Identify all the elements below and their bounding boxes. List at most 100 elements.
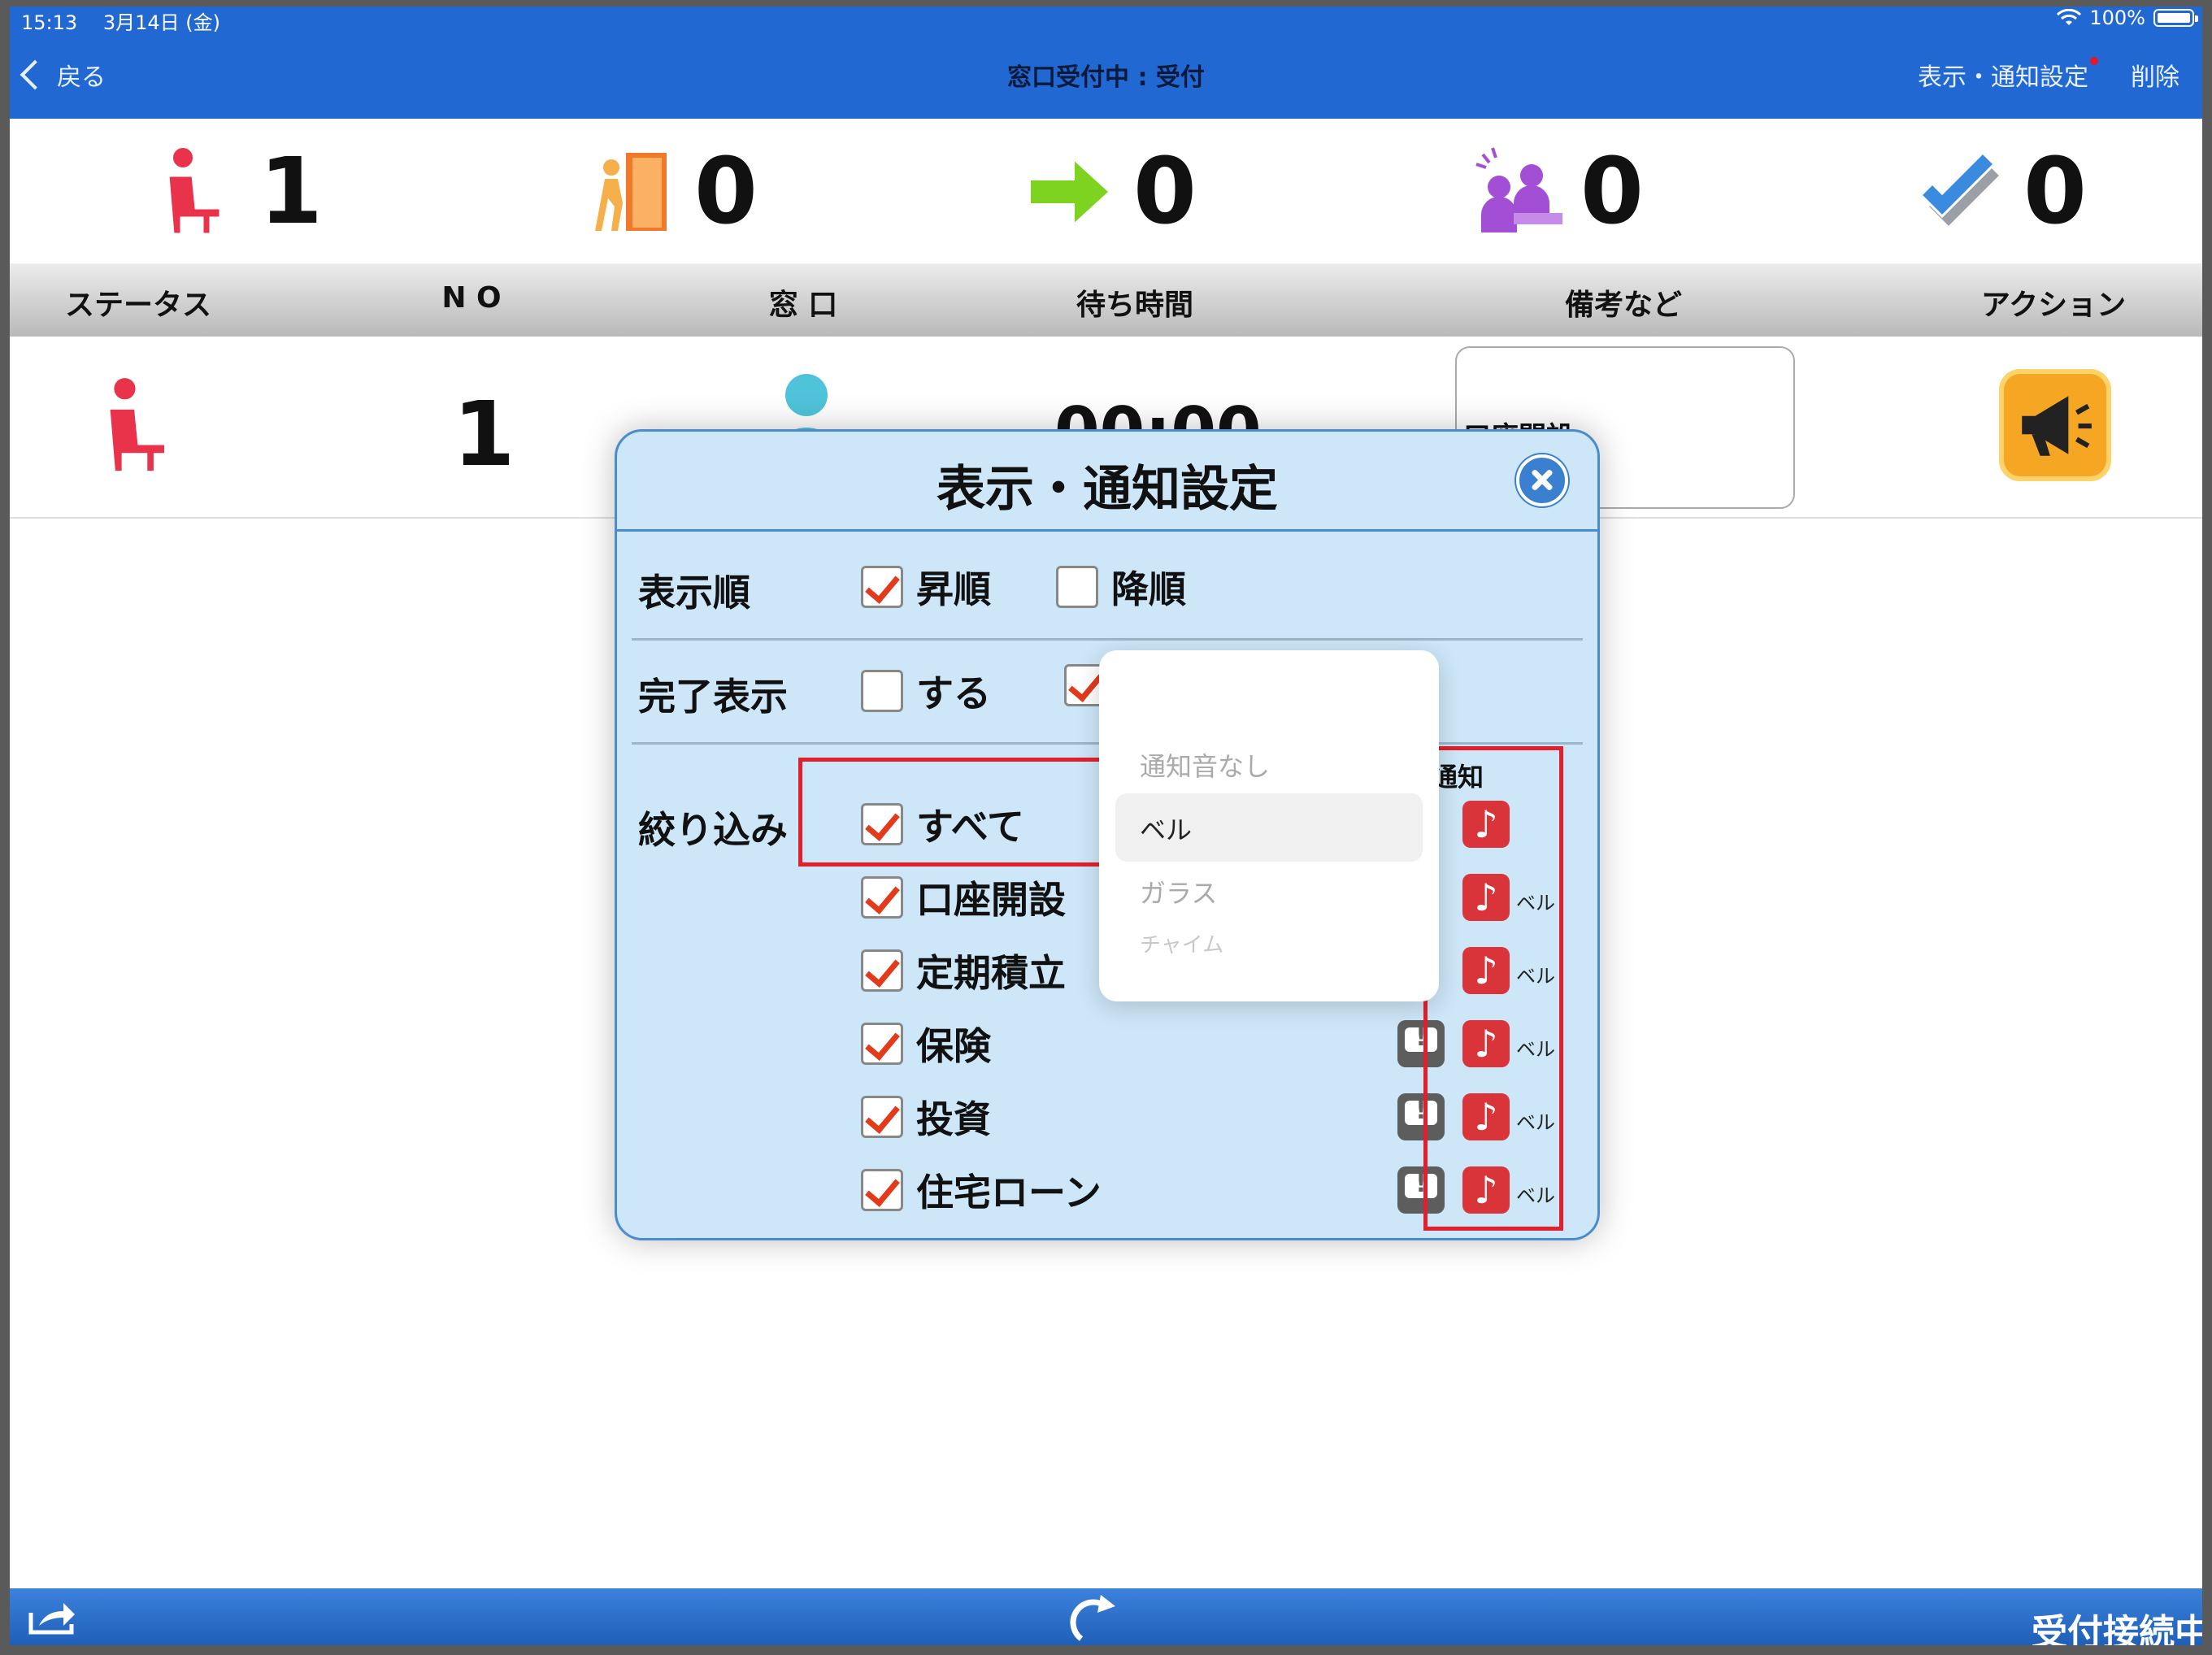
picker-option[interactable]: 通知音なし <box>1140 746 1270 784</box>
green-arrow-icon <box>1028 154 1113 230</box>
meeting-people-icon <box>1475 147 1562 232</box>
status-bar-left: 15:13 3月14日 (金) <box>21 7 220 35</box>
picker-option-selected[interactable]: ベル <box>1140 810 1192 847</box>
connection-status: 受付接続中 <box>2032 1612 2202 1645</box>
filter-item-regular-savings[interactable]: 定期積立 <box>861 944 1066 997</box>
sort-desc-label: 降順 <box>1111 567 1186 611</box>
message-alert-icon[interactable] <box>1397 1020 1445 1067</box>
sound-name: ベル <box>1516 965 1555 988</box>
share-icon[interactable] <box>28 1600 76 1635</box>
music-note-icon[interactable]: ♪ <box>1462 1020 1510 1067</box>
app-window: 15:13 3月14日 (金) 100% 戻る 窓口受付中 : 受付 表示・通知… <box>10 7 2202 1645</box>
row-number: 1 <box>453 382 515 486</box>
status-date: 3月14日 (金) <box>102 11 220 34</box>
counter-value: 0 <box>694 139 758 245</box>
sort-asc-checkbox[interactable] <box>861 566 903 608</box>
sort-desc-checkbox[interactable] <box>1056 566 1098 608</box>
sort-order-label: 表示順 <box>638 571 750 615</box>
column-header-no: N O <box>441 281 502 315</box>
counter-in-service[interactable]: 0 <box>1473 143 1644 241</box>
filter-item-home-loan[interactable]: 住宅ローン <box>861 1163 1102 1217</box>
page-title: 窓口受付中 : 受付 <box>1007 63 1205 92</box>
notify-column-header: 通知 <box>1432 762 1484 793</box>
counter-waiting[interactable]: 1 <box>152 143 323 241</box>
door-exit-icon <box>595 150 670 234</box>
megaphone-icon <box>2022 396 2092 456</box>
check-mark-icon <box>1919 150 2003 230</box>
filter-label: 絞り込み <box>638 808 788 852</box>
column-header-wait-time: 待ち時間 <box>1076 289 1194 322</box>
refresh-icon[interactable] <box>1065 1590 1130 1645</box>
divider <box>632 638 1583 641</box>
counter-value: 0 <box>1133 139 1197 245</box>
filter-item-label: 投資 <box>916 1097 991 1141</box>
filter-item-label: 住宅ローン <box>916 1171 1102 1214</box>
sort-desc-option[interactable]: 降順 <box>1056 560 1186 614</box>
settings-button[interactable]: 表示・通知設定 <box>1918 57 2098 93</box>
filter-checkbox[interactable] <box>861 876 903 919</box>
dialog-header: 表示・通知設定 <box>617 432 1597 532</box>
waiting-person-icon <box>107 374 167 474</box>
picker-option[interactable]: チャイム <box>1140 928 1223 958</box>
nav-bar: 15:13 3月14日 (金) 100% 戻る 窓口受付中 : 受付 表示・通知… <box>10 7 2202 119</box>
message-alert-icon[interactable] <box>1397 1166 1445 1214</box>
battery-percent: 100% <box>2089 7 2145 29</box>
sound-name: ベル <box>1516 1184 1555 1207</box>
bottom-toolbar: 受付接続中 <box>10 1588 2202 1645</box>
music-note-icon[interactable]: ♪ <box>1462 1093 1510 1140</box>
wifi-icon <box>2057 9 2082 25</box>
filter-item-label: 保険 <box>916 1024 991 1068</box>
counter-value: 1 <box>259 139 323 245</box>
sound-name: ベル <box>1516 1038 1555 1061</box>
column-header-counter: 窓 口 <box>768 289 838 322</box>
filter-item-label: 定期積立 <box>916 951 1066 995</box>
music-note-icon[interactable]: ♪ <box>1462 801 1510 848</box>
status-counters: 1 0 0 0 0 <box>10 119 2202 263</box>
column-header-action: アクション <box>1980 289 2127 322</box>
close-button[interactable] <box>1516 454 1568 506</box>
dialog-title: 表示・通知設定 <box>937 461 1278 518</box>
battery-icon <box>2153 9 2198 27</box>
settings-label: 表示・通知設定 <box>1918 63 2088 92</box>
filter-checkbox[interactable] <box>861 1169 903 1211</box>
sort-asc-label: 昇順 <box>916 567 991 611</box>
status-bar-right: 100% <box>2057 7 2198 29</box>
completed-show-option[interactable]: する <box>861 664 991 718</box>
counter-value: 0 <box>2023 139 2087 245</box>
nav-row: 戻る 窓口受付中 : 受付 表示・通知設定 削除 <box>10 57 2202 102</box>
status-time: 15:13 <box>21 11 78 34</box>
filter-item-investment[interactable]: 投資 <box>861 1090 991 1144</box>
sound-picker: 通知音なし ベル ガラス チャイム <box>1099 650 1439 1001</box>
filter-item-insurance[interactable]: 保険 <box>861 1017 991 1071</box>
picker-option[interactable]: ガラス <box>1140 873 1217 910</box>
filter-item-label: 口座開設 <box>916 878 1066 922</box>
counter-called[interactable]: 0 <box>587 143 758 241</box>
counter-value: 0 <box>1580 139 1644 245</box>
call-action-button[interactable] <box>1999 369 2111 481</box>
waiting-person-icon <box>167 145 222 236</box>
music-note-icon[interactable]: ♪ <box>1462 1166 1510 1214</box>
delete-button[interactable]: 削除 <box>2131 57 2179 93</box>
music-note-icon[interactable]: ♪ <box>1462 874 1510 921</box>
nav-actions: 表示・通知設定 削除 <box>1918 57 2179 93</box>
table-header: ステータス N O 窓 口 待ち時間 備考など アクション <box>10 263 2202 337</box>
filter-item-label: すべて <box>916 805 1024 849</box>
filter-checkbox[interactable] <box>861 803 903 845</box>
completed-display-label: 完了表示 <box>638 675 788 719</box>
message-alert-icon[interactable] <box>1397 1093 1445 1140</box>
music-note-icon[interactable]: ♪ <box>1462 947 1510 994</box>
completed-show-checkbox[interactable] <box>861 670 903 712</box>
sort-asc-option[interactable]: 昇順 <box>861 560 991 614</box>
sound-name: ベル <box>1516 1111 1555 1134</box>
filter-item-account-opening[interactable]: 口座開設 <box>861 871 1066 924</box>
sound-name: ベル <box>1516 892 1555 914</box>
column-header-status: ステータス <box>64 289 212 322</box>
counter-transferred[interactable]: 0 <box>1026 143 1197 241</box>
filter-checkbox[interactable] <box>861 949 903 992</box>
counter-completed[interactable]: 0 <box>1916 143 2087 241</box>
completed-show-label: する <box>916 671 991 715</box>
column-header-remarks: 備考など <box>1564 289 1683 322</box>
filter-item-all[interactable]: すべて <box>861 797 1024 851</box>
filter-checkbox[interactable] <box>861 1096 903 1138</box>
filter-checkbox[interactable] <box>861 1023 903 1065</box>
